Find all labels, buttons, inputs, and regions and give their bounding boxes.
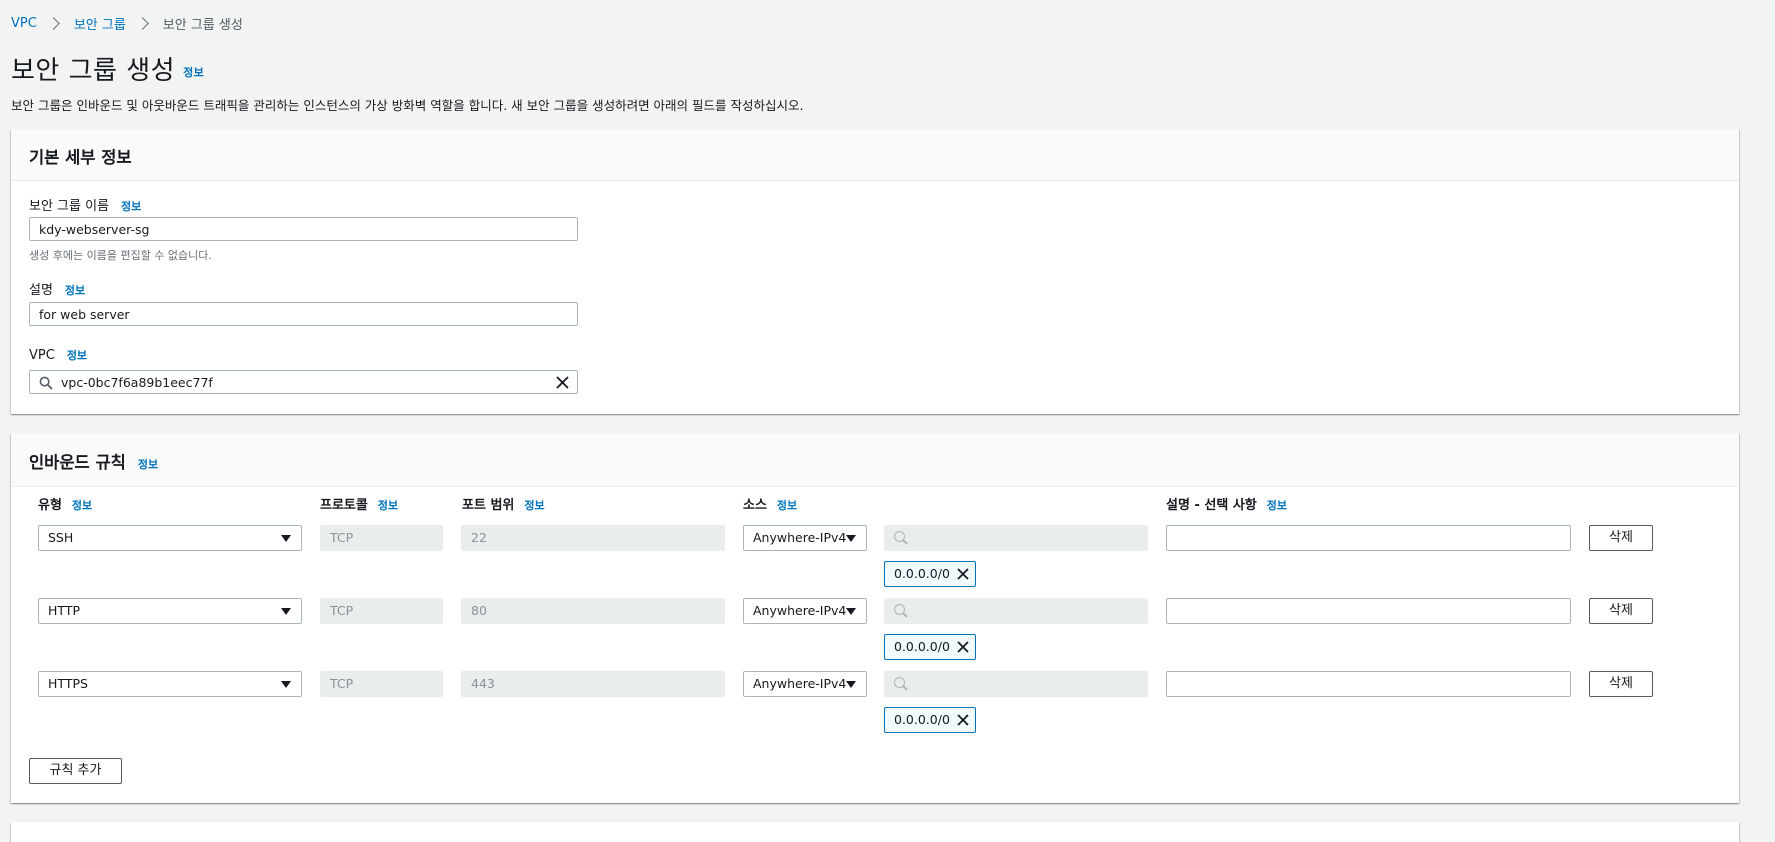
next-panel [11,822,1739,842]
rule-type-select[interactable]: HTTP [38,598,302,624]
description-label-text: 설명 [29,283,53,298]
caret-down-icon [846,535,856,542]
rule-source-select[interactable]: Anywhere-IPv4 [743,598,867,624]
col-port: 포트 범위 정보 [462,494,545,513]
rule-type-select[interactable]: HTTPS [38,671,302,697]
info-link[interactable]: 정보 [183,66,204,79]
cidr-token: 0.0.0.0/0 [884,634,976,660]
info-link[interactable]: 정보 [72,499,92,512]
vpc-select[interactable]: vpc-0bc7f6a89b1eec77f [29,370,578,394]
vpc-label-text: VPC [29,348,55,363]
rule-cidr-search[interactable] [884,671,1148,697]
rule-type-select[interactable]: SSH [38,525,302,551]
vpc-label: VPC 정보 [29,347,87,363]
col-source-text: 소스 [743,498,767,513]
inbound-rules-heading-text: 인바운드 규칙 [29,453,126,472]
search-icon [894,677,905,688]
rule-cidr-search[interactable] [884,525,1148,551]
rule-description-input[interactable] [1166,525,1571,551]
col-type-text: 유형 [38,498,62,513]
info-link[interactable]: 정보 [378,499,398,512]
rule-cidr-search[interactable] [884,598,1148,624]
cidr-token: 0.0.0.0/0 [884,561,976,587]
col-description: 설명 - 선택 사항 정보 [1166,494,1287,513]
inbound-rules-heading: 인바운드 규칙 정보 [29,449,158,473]
sg-name-input[interactable]: kdy-webserver-sg [29,217,578,241]
delete-rule-button[interactable]: 삭제 [1589,671,1653,697]
remove-token-icon[interactable] [956,713,970,727]
rule-description-input[interactable] [1166,671,1571,697]
rule-port: 22 [461,525,725,551]
page-title: 보안 그룹 생성 정보 [11,50,204,87]
inbound-rules-panel: 인바운드 규칙 정보 유형 정보 프로토콜 정보 포트 범위 정보 소스 정보 설명 - … [11,433,1739,803]
search-icon [894,531,905,542]
info-link[interactable]: 정보 [524,499,544,512]
rule-port: 443 [461,671,725,697]
basic-details-heading: 기본 세부 정보 [29,148,132,167]
description-label: 설명 정보 [29,279,85,298]
caret-down-icon [281,608,291,615]
cidr-token-text: 0.0.0.0/0 [894,712,950,727]
remove-token-icon[interactable] [956,567,970,581]
breadcrumb-security-groups[interactable]: 보안 그룹 [74,14,126,33]
delete-rule-button[interactable]: 삭제 [1589,525,1653,551]
rule-port: 80 [461,598,725,624]
col-port-text: 포트 범위 [462,498,515,513]
rule-type-value: HTTP [48,603,80,618]
col-source: 소스 정보 [743,494,797,513]
rule-protocol: TCP [320,671,443,697]
page-description: 보안 그룹은 인바운드 및 아웃바운드 트래픽을 관리하는 인스턴스의 가상 방… [11,98,804,113]
remove-token-icon[interactable] [956,640,970,654]
sg-name-label-text: 보안 그룹 이름 [29,199,110,214]
info-link[interactable]: 정보 [777,499,797,512]
description-input[interactable]: for web server [29,302,578,326]
basic-details-header: 기본 세부 정보 [11,129,1739,181]
breadcrumb-current: 보안 그룹 생성 [162,18,243,33]
info-link[interactable]: 정보 [138,458,158,471]
cidr-token: 0.0.0.0/0 [884,707,976,733]
info-link[interactable]: 정보 [65,284,85,297]
caret-down-icon [281,681,291,688]
sg-name-hint: 생성 후에는 이름을 편집할 수 없습니다. [29,249,212,262]
cidr-token-text: 0.0.0.0/0 [894,639,950,654]
caret-down-icon [846,681,856,688]
info-link[interactable]: 정보 [121,200,141,213]
cidr-token-text: 0.0.0.0/0 [894,566,950,581]
col-description-text: 설명 - 선택 사항 [1166,498,1257,513]
rule-protocol: TCP [320,598,443,624]
rule-source-value: Anywhere-IPv4 [753,603,847,618]
delete-rule-button[interactable]: 삭제 [1589,598,1653,624]
caret-down-icon [281,535,291,542]
inbound-rules-header: 인바운드 규칙 정보 [11,433,1739,487]
vpc-value: vpc-0bc7f6a89b1eec77f [61,375,213,390]
rule-type-value: HTTPS [48,676,88,691]
col-protocol: 프로토콜 정보 [320,494,398,513]
info-link[interactable]: 정보 [1267,499,1287,512]
rule-protocol: TCP [320,525,443,551]
page-title-text: 보안 그룹 생성 [11,56,176,86]
sg-name-label: 보안 그룹 이름 정보 [29,195,141,214]
basic-details-panel: 기본 세부 정보 보안 그룹 이름 정보 kdy-webserver-sg 생성 … [11,129,1739,414]
info-link[interactable]: 정보 [67,349,87,362]
search-icon [39,376,53,390]
col-type: 유형 정보 [38,494,92,513]
rule-source-value: Anywhere-IPv4 [753,530,847,545]
chevron-right-icon [46,17,60,30]
rule-description-input[interactable] [1166,598,1571,624]
caret-down-icon [846,608,856,615]
rule-source-value: Anywhere-IPv4 [753,676,847,691]
add-rule-button[interactable]: 규칙 추가 [29,758,122,784]
breadcrumb-vpc[interactable]: VPC [11,16,37,31]
col-protocol-text: 프로토콜 [320,498,368,513]
breadcrumb: VPC 보안 그룹 보안 그룹 생성 [11,14,243,33]
clear-icon[interactable] [556,376,569,389]
rule-source-select[interactable]: Anywhere-IPv4 [743,525,867,551]
rule-source-select[interactable]: Anywhere-IPv4 [743,671,867,697]
search-icon [894,604,905,615]
chevron-right-icon [135,17,149,30]
rule-type-value: SSH [48,530,74,545]
